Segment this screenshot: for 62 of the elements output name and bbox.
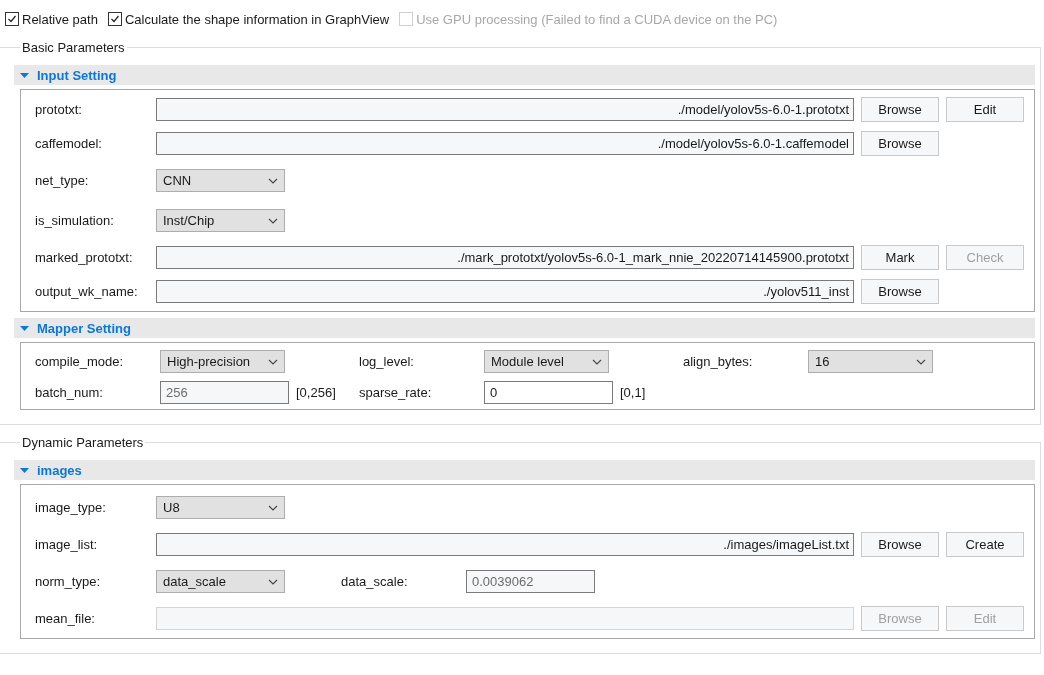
chevron-down-icon <box>268 358 278 365</box>
range-hint: [0,1] <box>620 385 646 400</box>
field-label: sparse_rate: <box>359 385 433 400</box>
action-button[interactable]: Mark <box>861 245 939 270</box>
chevron-down-icon <box>268 177 278 184</box>
field-label: image_list: <box>35 537 99 552</box>
checkbox[interactable] <box>107 12 122 26</box>
checkbox-label: Calculate the shape information in GraphView <box>124 11 390 27</box>
action-button[interactable]: Browse <box>861 131 939 156</box>
path-field[interactable]: ./yolov511_inst <box>156 280 854 303</box>
group-title: Basic Parameters <box>21 40 126 55</box>
checkbox-label: Use GPU processing (Failed to find a CUDA device on the PC) <box>416 11 778 27</box>
field-label: prototxt: <box>35 102 83 117</box>
dropdown[interactable]: Inst/Chip <box>156 209 285 232</box>
group-title: Dynamic Parameters <box>21 435 145 450</box>
field-label: data_scale: <box>341 574 409 589</box>
path-field[interactable]: ./images/imageList.txt <box>156 533 854 556</box>
chevron-down-icon <box>268 578 278 585</box>
field-label: caffemodel: <box>35 136 103 151</box>
section-header[interactable]: Input Setting <box>14 65 1035 85</box>
path-field[interactable]: ./model/yolov5s-6.0-1.caffemodel <box>156 132 854 155</box>
dropdown[interactable]: High-precision <box>160 350 285 373</box>
chevron-down-icon <box>268 217 278 224</box>
field-label: marked_prototxt: <box>35 250 134 265</box>
action-button[interactable]: Browse <box>861 97 939 122</box>
field-label: output_wk_name: <box>35 284 139 299</box>
action-button[interactable]: Browse <box>861 532 939 557</box>
range-hint: [0,256] <box>296 385 336 400</box>
field-label: align_bytes: <box>683 354 754 369</box>
input-field[interactable]: 256 <box>160 381 289 404</box>
dropdown[interactable]: CNN <box>156 169 285 192</box>
dropdown[interactable]: U8 <box>156 496 285 519</box>
checkmark-icon <box>7 14 17 24</box>
checkbox[interactable] <box>5 12 19 26</box>
field-label: image_type: <box>35 500 107 515</box>
checkbox-label: Relative path <box>22 11 98 27</box>
input-field[interactable]: 0 <box>484 381 613 404</box>
action-button[interactable]: Create <box>946 532 1024 557</box>
path-field[interactable]: ./mark_prototxt/yolov5s-6.0-1_mark_nnie_20220714145900.prototxt <box>156 246 854 269</box>
section-header[interactable]: images <box>14 460 1035 480</box>
triangle-down-icon <box>20 465 29 475</box>
checkmark-icon <box>109 14 120 24</box>
chevron-down-icon <box>916 358 926 365</box>
action-button[interactable]: Browse <box>861 279 939 304</box>
chevron-down-icon <box>268 504 278 511</box>
action-button[interactable]: Edit <box>946 97 1024 122</box>
triangle-down-icon <box>20 323 29 333</box>
field-label: mean_file: <box>35 611 96 626</box>
dropdown[interactable]: Module level <box>484 350 609 373</box>
field-label: batch_num: <box>35 385 104 400</box>
path-field[interactable]: ./model/yolov5s-6.0-1.prototxt <box>156 98 854 121</box>
field-label: is_simulation: <box>35 213 115 228</box>
triangle-down-icon <box>20 70 29 80</box>
field-label: net_type: <box>35 173 90 188</box>
input-field[interactable]: 0.0039062 <box>466 570 595 593</box>
field-label: log_level: <box>359 354 415 369</box>
section-header[interactable]: Mapper Setting <box>14 318 1035 338</box>
field-label: compile_mode: <box>35 354 125 369</box>
dropdown[interactable]: data_scale <box>156 570 285 593</box>
dropdown[interactable]: 16 <box>808 350 933 373</box>
chevron-down-icon <box>592 358 602 365</box>
field-label: norm_type: <box>35 574 102 589</box>
